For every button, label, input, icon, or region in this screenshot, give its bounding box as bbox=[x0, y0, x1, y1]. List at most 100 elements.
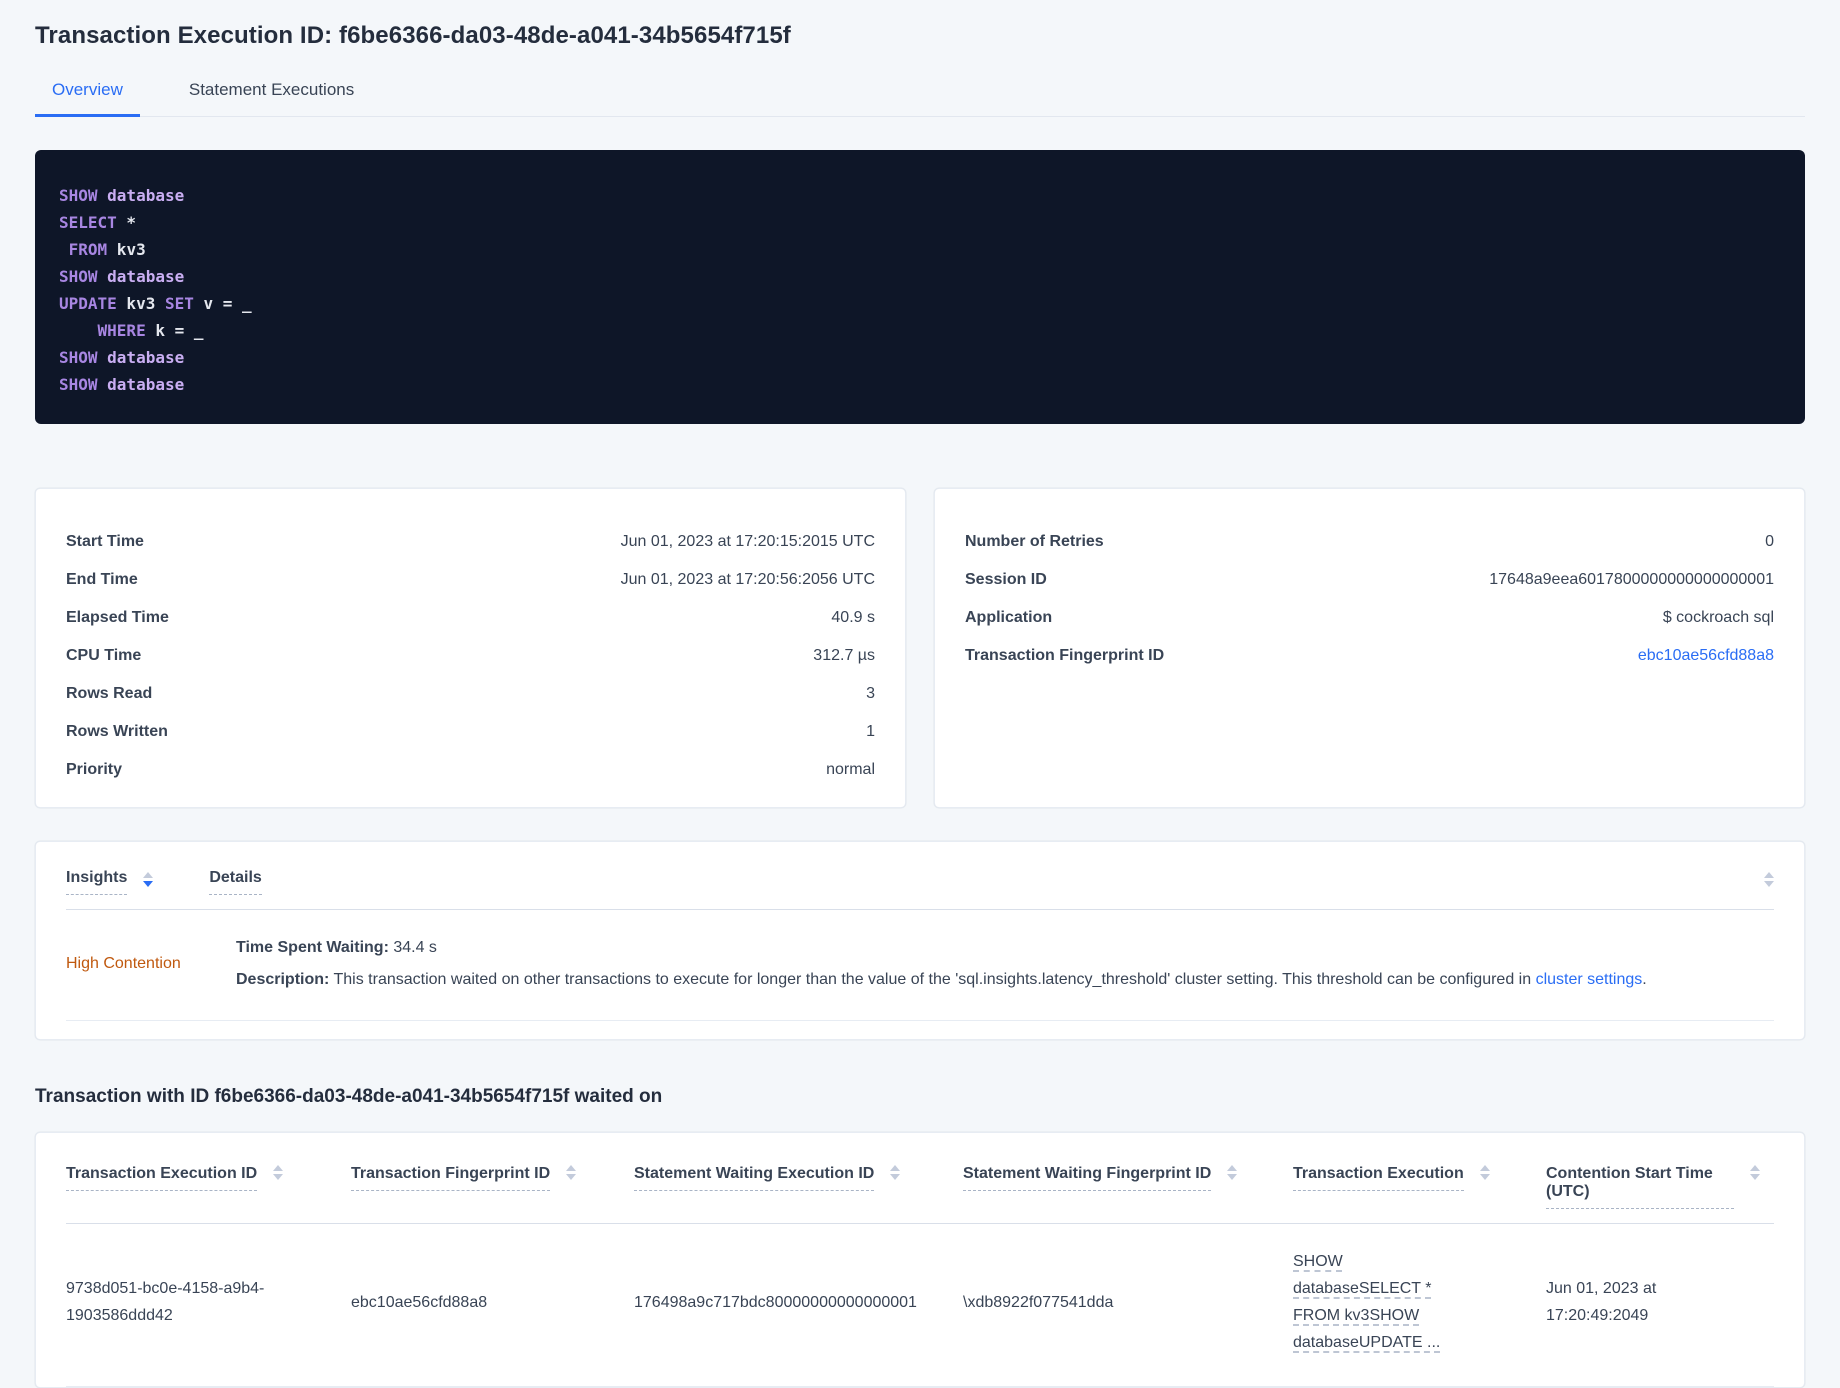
column-header-transaction-execution[interactable]: Transaction Execution bbox=[1293, 1165, 1546, 1209]
summary-row-session-id: Session ID 17648a9eea6017800000000000000… bbox=[965, 561, 1774, 599]
cell-statement-waiting-fingerprint-id: \xdb8922f077541dda bbox=[963, 1293, 1114, 1311]
sort-down-icon bbox=[566, 1174, 577, 1180]
summary-value: 17648a9eea6017800000000000000001 bbox=[1489, 571, 1774, 588]
sort-down-icon bbox=[1750, 1174, 1760, 1180]
summary-row-rows-read: Rows Read 3 bbox=[66, 675, 875, 713]
column-header-label: Transaction Execution ID bbox=[66, 1165, 258, 1191]
column-header-contention-start-time[interactable]: Contention Start Time (UTC) bbox=[1546, 1165, 1774, 1209]
sort-down-icon bbox=[1479, 1174, 1490, 1180]
summary-label: Rows Written bbox=[66, 723, 168, 740]
sql-line: SHOW database bbox=[59, 267, 185, 286]
time-spent-waiting-line: Time Spent Waiting: 34.4 s bbox=[236, 938, 1774, 958]
summary-card-left: Start Time Jun 01, 2023 at 17:20:15:2015… bbox=[35, 488, 906, 808]
summary-row-transaction-fingerprint-id: Transaction Fingerprint ID ebc10ae56cfd8… bbox=[965, 637, 1774, 675]
summary-label: Transaction Fingerprint ID bbox=[965, 647, 1165, 664]
column-header-label: Contention Start Time (UTC) bbox=[1546, 1165, 1734, 1209]
summary-value: 40.9 s bbox=[831, 609, 875, 626]
sort-arrows-icon[interactable] bbox=[1764, 871, 1774, 887]
column-header-label: Statement Waiting Execution ID bbox=[634, 1165, 875, 1191]
summary-value: 1 bbox=[866, 723, 875, 740]
tab-bar: Overview Statement Executions bbox=[35, 80, 1805, 117]
sort-arrows-icon bbox=[273, 1165, 284, 1180]
sort-arrows-icon bbox=[1479, 1165, 1490, 1180]
sort-down-icon bbox=[1227, 1174, 1238, 1180]
column-header-label: Transaction Execution bbox=[1293, 1165, 1464, 1191]
description-suffix: . bbox=[1642, 971, 1647, 988]
waited-on-table: Transaction Execution ID Transaction Fin… bbox=[35, 1132, 1805, 1388]
sql-line: UPDATE kv3 SET v = _ bbox=[59, 294, 252, 313]
sort-down-icon bbox=[1764, 880, 1774, 887]
insight-type-badge: High Contention bbox=[66, 955, 181, 972]
summary-label: End Time bbox=[66, 571, 138, 588]
sort-up-icon bbox=[1479, 1165, 1490, 1171]
column-header-transaction-fingerprint-id[interactable]: Transaction Fingerprint ID bbox=[351, 1165, 634, 1209]
summary-row-priority: Priority normal bbox=[66, 751, 875, 789]
sort-down-icon bbox=[273, 1174, 284, 1180]
column-header-label: Statement Waiting Fingerprint ID bbox=[963, 1165, 1212, 1191]
waited-table-row: 9738d051-bc0e-4158-a9b4-1903586ddd42 ebc… bbox=[66, 1224, 1774, 1387]
cell-statement-waiting-execution-id: 176498a9c717bdc80000000000000001 bbox=[634, 1293, 917, 1311]
cell-transaction-execution-id: 9738d051-bc0e-4158-a9b4-1903586ddd42 bbox=[66, 1280, 265, 1324]
summary-row-cpu-time: CPU Time 312.7 µs bbox=[66, 637, 875, 675]
sort-arrows-icon bbox=[1750, 1165, 1760, 1180]
insight-row: High Contention Time Spent Waiting: 34.4… bbox=[66, 910, 1774, 1021]
sort-arrows-icon bbox=[566, 1165, 577, 1180]
sort-down-icon bbox=[890, 1174, 901, 1180]
tab-statement-executions[interactable]: Statement Executions bbox=[172, 80, 371, 117]
summary-row-elapsed-time: Elapsed Time 40.9 s bbox=[66, 599, 875, 637]
sort-up-icon bbox=[143, 871, 154, 878]
sql-line: SHOW database bbox=[59, 375, 185, 394]
insights-table: Insights Details High Contention Time Sp… bbox=[35, 841, 1805, 1040]
sql-line: SELECT * bbox=[59, 213, 137, 232]
details-column-header[interactable]: Details bbox=[209, 869, 262, 895]
summary-label: Rows Read bbox=[66, 685, 153, 702]
cell-contention-start-time: Jun 01, 2023 at 17:20:49:2049 bbox=[1546, 1280, 1657, 1324]
summary-label: Number of Retries bbox=[965, 533, 1104, 550]
summary-label: Elapsed Time bbox=[66, 609, 169, 626]
summary-value: normal bbox=[826, 761, 875, 778]
summary-card-right: Number of Retries 0 Session ID 17648a9ee… bbox=[934, 488, 1805, 808]
cluster-settings-link[interactable]: cluster settings bbox=[1536, 971, 1643, 988]
description-label: Description: bbox=[236, 971, 330, 988]
summary-label: CPU Time bbox=[66, 647, 142, 664]
waited-table-header-row: Transaction Execution ID Transaction Fin… bbox=[66, 1133, 1774, 1224]
summary-row-application: Application $ cockroach sql bbox=[965, 599, 1774, 637]
sql-line: FROM kv3 bbox=[68, 240, 146, 259]
sort-arrows-icon[interactable] bbox=[143, 871, 154, 887]
insights-table-header: Insights Details bbox=[66, 842, 1774, 910]
sort-up-icon bbox=[566, 1165, 577, 1171]
cell-transaction-fingerprint-id: ebc10ae56cfd88a8 bbox=[351, 1293, 488, 1311]
summary-row-retries: Number of Retries 0 bbox=[965, 523, 1774, 561]
insights-column-header[interactable]: Insights bbox=[66, 869, 128, 895]
sql-line: SHOW database bbox=[59, 186, 185, 205]
sort-up-icon bbox=[1750, 1165, 1760, 1171]
summary-label: Application bbox=[965, 609, 1053, 626]
summary-value: $ cockroach sql bbox=[1662, 609, 1774, 626]
sql-statement-box: SHOW database SELECT * FROM kv3 SHOW dat… bbox=[35, 150, 1805, 424]
cell-transaction-execution-statements[interactable]: SHOW databaseSELECT * FROM kv3SHOW datab… bbox=[1293, 1248, 1489, 1356]
summary-value: Jun 01, 2023 at 17:20:15:2015 UTC bbox=[620, 533, 875, 550]
description-line: Description: This transaction waited on … bbox=[236, 970, 1774, 990]
summary-row-rows-written: Rows Written 1 bbox=[66, 713, 875, 751]
sort-arrows-icon bbox=[890, 1165, 901, 1180]
transaction-fingerprint-link[interactable]: ebc10ae56cfd88a8 bbox=[1638, 647, 1774, 665]
column-header-transaction-execution-id[interactable]: Transaction Execution ID bbox=[66, 1165, 351, 1209]
summary-value: 312.7 µs bbox=[813, 647, 875, 664]
summary-row-start-time: Start Time Jun 01, 2023 at 17:20:15:2015… bbox=[66, 523, 875, 561]
insight-details: Time Spent Waiting: 34.4 s Description: … bbox=[236, 938, 1774, 990]
tab-overview[interactable]: Overview bbox=[35, 80, 140, 117]
summary-value: Jun 01, 2023 at 17:20:56:2056 UTC bbox=[620, 571, 875, 588]
time-spent-waiting-label: Time Spent Waiting: bbox=[236, 939, 389, 956]
summary-label: Priority bbox=[66, 761, 123, 778]
waited-on-heading: Transaction with ID f6be6366-da03-48de-a… bbox=[35, 1086, 663, 1107]
column-header-statement-waiting-execution-id[interactable]: Statement Waiting Execution ID bbox=[634, 1165, 963, 1209]
sql-line: WHERE k = _ bbox=[97, 321, 204, 340]
sort-down-icon bbox=[143, 880, 154, 887]
summary-value: 3 bbox=[866, 685, 875, 702]
sql-line: SHOW database bbox=[59, 348, 185, 367]
sort-up-icon bbox=[1764, 871, 1774, 878]
sort-up-icon bbox=[890, 1165, 901, 1171]
column-header-statement-waiting-fingerprint-id[interactable]: Statement Waiting Fingerprint ID bbox=[963, 1165, 1293, 1209]
time-spent-waiting-value: 34.4 s bbox=[388, 939, 437, 956]
summary-value: 0 bbox=[1765, 533, 1774, 550]
